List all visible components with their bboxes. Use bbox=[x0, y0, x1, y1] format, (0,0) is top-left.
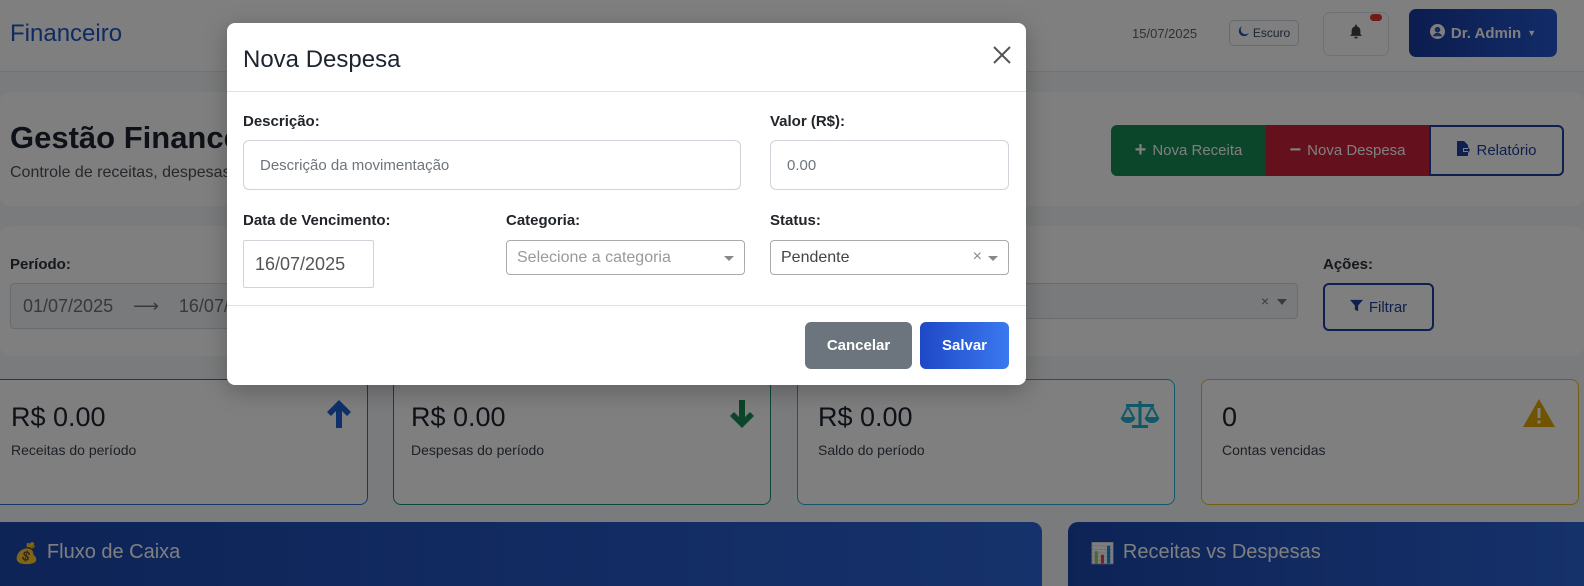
dropdown-caret-icon bbox=[988, 256, 998, 261]
cancel-button[interactable]: Cancelar bbox=[805, 322, 912, 369]
close-icon[interactable] bbox=[992, 45, 1012, 65]
valor-input[interactable] bbox=[770, 140, 1009, 190]
categoria-label: Categoria: bbox=[506, 212, 581, 229]
categoria-placeholder: Selecione a categoria bbox=[517, 248, 671, 266]
dropdown-caret-icon bbox=[724, 256, 734, 261]
status-select[interactable]: Pendente × bbox=[770, 240, 1009, 275]
categoria-select[interactable]: Selecione a categoria bbox=[506, 240, 745, 275]
nova-despesa-modal: Nova Despesa Descrição: Valor (R$): Data… bbox=[227, 23, 1026, 385]
vencimento-date-input[interactable]: 16/07/2025 bbox=[243, 240, 374, 288]
vencimento-label: Data de Vencimento: bbox=[243, 212, 391, 229]
status-value: Pendente bbox=[781, 248, 850, 266]
valor-label: Valor (R$): bbox=[770, 113, 846, 130]
modal-footer-divider bbox=[227, 305, 1026, 306]
descricao-label: Descrição: bbox=[243, 113, 320, 130]
modal-header-divider bbox=[227, 91, 1026, 92]
descricao-input[interactable] bbox=[243, 140, 741, 190]
modal-title: Nova Despesa bbox=[243, 46, 401, 73]
status-label: Status: bbox=[770, 212, 821, 229]
save-button[interactable]: Salvar bbox=[920, 322, 1009, 369]
clear-icon[interactable]: × bbox=[973, 248, 982, 266]
